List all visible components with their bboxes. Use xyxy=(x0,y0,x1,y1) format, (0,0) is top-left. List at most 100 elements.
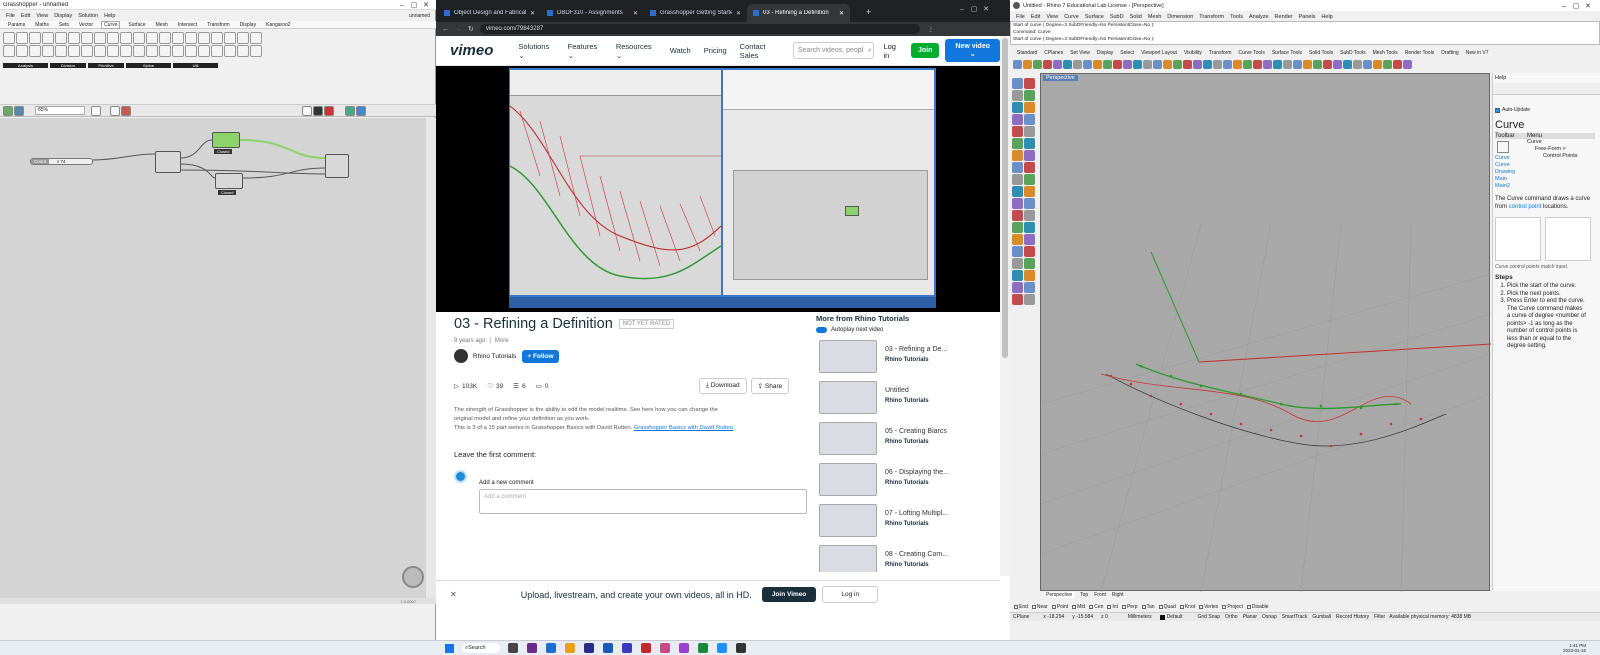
rhino-side-tool-icon[interactable] xyxy=(1024,222,1035,233)
closed-curve-component-2[interactable] xyxy=(215,173,243,189)
gh-component-icon[interactable] xyxy=(146,32,158,44)
related-video-channel[interactable]: Rhino Tutorials xyxy=(885,480,949,486)
gh-component-icon[interactable] xyxy=(185,45,197,57)
rhino-side-tool-icon[interactable] xyxy=(1012,138,1023,149)
rhino-tool-icon[interactable] xyxy=(1183,59,1192,69)
vimeo-nav-link[interactable]: Features ⌄ xyxy=(568,42,603,60)
tab-close-icon[interactable]: ✕ xyxy=(736,10,741,17)
taskbar-app-icon[interactable] xyxy=(660,643,670,653)
browser-tab[interactable]: DBDF310 - Assignments ✕ xyxy=(541,4,644,22)
gh-component-icon[interactable] xyxy=(120,32,132,44)
gh-tab[interactable]: Params xyxy=(6,22,27,28)
rhino-tool-icon[interactable] xyxy=(1193,59,1202,69)
vimeo-nav-link[interactable]: Contact Sales xyxy=(740,42,783,60)
gh-component-icon[interactable] xyxy=(198,32,210,44)
rhino-menu-item[interactable]: Help xyxy=(1321,14,1332,20)
vimeo-nav-link[interactable]: Resources ⌄ xyxy=(616,42,657,60)
bake-icon[interactable] xyxy=(345,105,355,116)
gh-menu-item[interactable]: File xyxy=(6,13,15,19)
follow-button[interactable]: + Follow xyxy=(522,349,559,363)
related-video-channel[interactable]: Rhino Tutorials xyxy=(885,562,948,568)
taskbar-app-icon[interactable] xyxy=(622,643,632,653)
gh-component-icon[interactable] xyxy=(55,45,67,57)
search-input[interactable]: Search videos, peopl xyxy=(798,47,868,54)
minimize-icon[interactable]: – xyxy=(396,2,408,9)
viewport-tab[interactable]: Right xyxy=(1112,592,1124,598)
rhino-side-tool-icon[interactable] xyxy=(1012,270,1023,281)
autoplay-toggle[interactable] xyxy=(816,327,827,333)
avatar[interactable] xyxy=(454,349,468,363)
rhino-toolbar-tab[interactable]: Surface Tools xyxy=(1272,50,1302,56)
rhino-tool-icon[interactable] xyxy=(1203,59,1212,69)
rhino-side-tool-icon[interactable] xyxy=(1024,78,1035,89)
related-video-title[interactable]: 07 - Lofting Multipl... xyxy=(885,510,948,517)
gh-component-icon[interactable] xyxy=(146,45,158,57)
rhino-side-tool-icon[interactable] xyxy=(1012,102,1023,113)
gh-component-icon[interactable] xyxy=(133,45,145,57)
video-thumbnail[interactable] xyxy=(819,463,877,496)
heart-icon[interactable]: ♡ xyxy=(487,382,493,390)
rhino-side-tool-icon[interactable] xyxy=(1012,210,1023,221)
maximize-icon[interactable]: ▢ xyxy=(968,5,980,13)
gh-canvas[interactable]: Count ◊ 74 Closed Closed xyxy=(0,118,426,598)
rhino-side-tool-icon[interactable] xyxy=(1024,246,1035,257)
rhino-tool-icon[interactable] xyxy=(1233,59,1242,69)
rhino-tool-icon[interactable] xyxy=(1043,59,1052,69)
osnap-item[interactable]: Quad xyxy=(1158,604,1176,610)
login-link[interactable]: Log in xyxy=(883,42,903,60)
browser-window-controls[interactable]: – ▢ ✕ xyxy=(956,5,992,13)
rhino-tool-icon[interactable] xyxy=(1083,59,1092,69)
gh-component-icon[interactable] xyxy=(94,45,106,57)
taskbar-app-icon[interactable] xyxy=(508,643,518,653)
gh-window-controls[interactable]: – ▢ ✕ xyxy=(396,1,432,9)
rhino-side-tool-icon[interactable] xyxy=(1024,234,1035,245)
rhino-menu-item[interactable]: Surface xyxy=(1085,14,1104,20)
browser-tab[interactable]: 03 - Refining a Definition ✕ xyxy=(747,4,850,22)
video-thumbnail[interactable] xyxy=(819,545,877,572)
osnap-checkbox[interactable] xyxy=(1158,605,1163,609)
gh-component-icon[interactable] xyxy=(211,32,223,44)
gh-component-icon[interactable] xyxy=(224,45,236,57)
new-video-button[interactable]: New video ⌄ xyxy=(945,39,1000,62)
help-link[interactable]: Curve xyxy=(1495,155,1527,162)
taskbar-clock[interactable]: 1:41 PM 2023-01-16 xyxy=(1563,643,1586,654)
gh-component-icon[interactable] xyxy=(68,32,80,44)
back-icon[interactable]: ← xyxy=(442,26,449,33)
gh-tab[interactable]: Vector xyxy=(77,22,95,28)
rhino-side-tool-icon[interactable] xyxy=(1012,162,1023,173)
osnap-checkbox[interactable] xyxy=(1014,605,1018,609)
url-bar[interactable]: vimeo.com/79843287 xyxy=(479,24,920,34)
rhino-menu-item[interactable]: Panels xyxy=(1299,14,1316,20)
zoom-field[interactable]: 85% xyxy=(35,106,85,115)
status-toggle[interactable]: Filter xyxy=(1374,614,1385,620)
video-thumbnail[interactable] xyxy=(819,340,877,373)
rhino-tool-icon[interactable] xyxy=(1073,59,1082,69)
gh-component-icon[interactable] xyxy=(42,32,54,44)
status-toggle[interactable]: Planar xyxy=(1243,614,1257,620)
viewport-tab[interactable]: Perspective xyxy=(1044,592,1075,598)
rhino-tool-icon[interactable] xyxy=(1263,59,1272,69)
rhino-menu-item[interactable]: View xyxy=(1046,14,1058,20)
osnap-checkbox[interactable] xyxy=(1121,605,1126,609)
rhino-tool-icon[interactable] xyxy=(1023,59,1032,69)
status-toggle[interactable]: Record History xyxy=(1336,614,1369,620)
rhino-menu-item[interactable]: File xyxy=(1016,14,1025,20)
rhino-toolbar-tab[interactable]: Render Tools xyxy=(1405,50,1434,56)
search-icon[interactable]: ⌕ xyxy=(868,47,872,55)
gh-menu-item[interactable]: Edit xyxy=(21,13,30,19)
close-icon[interactable]: ✕ xyxy=(980,5,992,13)
join-vimeo-button[interactable]: Join Vimeo xyxy=(761,587,817,602)
comment-input[interactable]: Add a comment xyxy=(479,489,807,514)
related-video-channel[interactable]: Rhino Tutorials xyxy=(885,439,947,445)
osnap-checkbox[interactable] xyxy=(1179,605,1184,609)
vimeo-search[interactable]: Search videos, peopl ⌕ xyxy=(792,42,875,59)
rhino-side-tool-icon[interactable] xyxy=(1024,198,1035,209)
gh-component-icon[interactable] xyxy=(94,32,106,44)
save-icon[interactable] xyxy=(14,105,24,116)
rhino-tool-icon[interactable] xyxy=(1113,59,1122,69)
osnap-item[interactable]: End xyxy=(1014,604,1028,610)
rhino-tool-icon[interactable] xyxy=(1033,59,1042,69)
vimeo-logo[interactable]: vimeo xyxy=(450,42,493,59)
rhino-toolbar-tab[interactable]: Display xyxy=(1097,50,1113,56)
rhino-toolbar-tab[interactable]: SubD Tools xyxy=(1340,50,1365,56)
